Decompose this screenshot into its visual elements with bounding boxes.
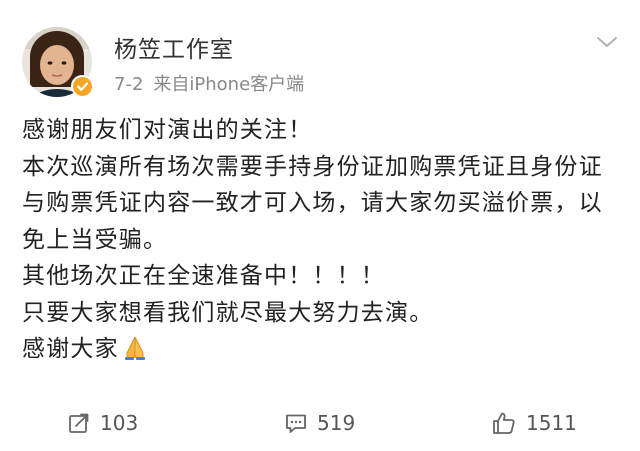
like-count: 1511 — [526, 411, 577, 435]
verified-badge-icon — [71, 75, 93, 97]
weibo-post-card: 杨笠工作室 7-2 来自iPhone客户端 感谢朋友们对演出的关注！ 本次巡演所有… — [0, 0, 640, 451]
post-line: 感谢朋友们对演出的关注！ — [22, 117, 313, 143]
post-body: 感谢朋友们对演出的关注！ 本次巡演所有场次需要手持身份证加购票凭证且身份证与购票… — [22, 112, 632, 373]
action-bar: 103 519 1511 — [0, 403, 640, 443]
post-line: 只要大家想看我们就尽最大努力去演。 — [22, 299, 434, 326]
post-line-text: 感谢大家 — [22, 336, 119, 362]
thumbs-up-icon — [493, 412, 515, 434]
chevron-down-icon[interactable] — [594, 32, 620, 52]
post-line: 本次巡演所有场次需要手持身份证加购票凭证且身份证与购票凭证内容一致才可入场，请大… — [22, 153, 603, 253]
post-meta: 7-2 来自iPhone客户端 — [114, 70, 304, 96]
repost-button[interactable]: 103 — [67, 403, 138, 443]
post-line-last: 感谢大家 — [22, 331, 632, 373]
comment-icon — [286, 414, 306, 433]
repost-icon — [69, 413, 89, 433]
folded-hands-icon — [121, 333, 149, 373]
post-source: 来自iPhone客户端 — [153, 74, 305, 95]
like-button[interactable]: 1511 — [491, 403, 577, 443]
comment-count: 519 — [317, 411, 356, 435]
comment-button[interactable]: 519 — [284, 403, 355, 443]
post-date: 7-2 — [114, 74, 144, 95]
repost-count: 103 — [100, 411, 139, 435]
author-name[interactable]: 杨笠工作室 — [114, 30, 234, 64]
post-line: 其他场次正在全速准备中！！！！ — [22, 263, 385, 289]
